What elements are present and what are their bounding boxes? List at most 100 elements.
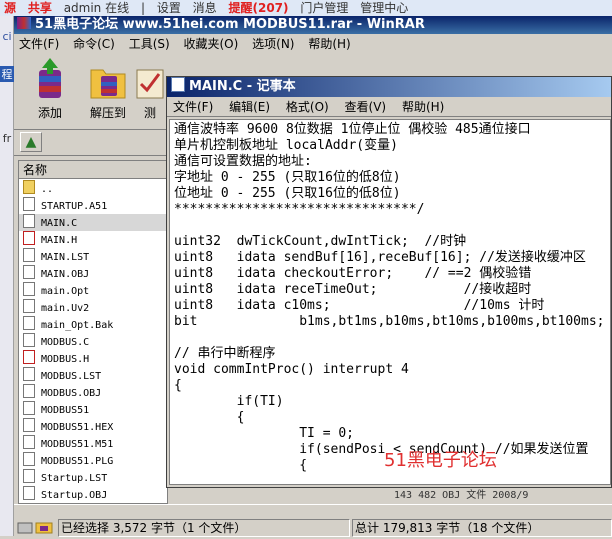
browser-item[interactable]: 源: [0, 0, 20, 16]
file-name: main.Uv2: [41, 303, 90, 314]
browser-item[interactable]: 共享: [24, 0, 56, 16]
browser-item: |: [140, 1, 145, 15]
file-list[interactable]: 名称 .. STARTUP.A51 MAIN.C MAIN.H MAIN.LST MAIN…: [18, 160, 168, 504]
text-line: // 串行中断程序: [174, 346, 276, 361]
text-line: TI = 0;: [174, 426, 355, 441]
text-line: bit b1ms,bt1ms,b10ms,bt10ms,b100ms,bt100…: [174, 314, 605, 329]
file-row[interactable]: STARTUP.A51: [19, 197, 167, 214]
menu-commands[interactable]: 命令(C): [68, 34, 120, 54]
file-row[interactable]: main.Opt: [19, 282, 167, 299]
file-icon: [23, 469, 35, 483]
file-row[interactable]: MODBUS.H: [19, 350, 167, 367]
test-button[interactable]: 测: [130, 58, 170, 121]
file-icon: [23, 197, 35, 211]
menu-help[interactable]: 帮助(H): [303, 34, 355, 54]
text-line: 位地址 0 - 255 (只取16位的低8位): [174, 186, 401, 201]
edge-label: fr: [2, 132, 12, 145]
file-row[interactable]: Startup.OBJ: [19, 486, 167, 503]
file-row[interactable]: MODBUS51: [19, 401, 167, 418]
browser-item[interactable]: 提醒(207): [225, 0, 293, 16]
file-icon: [23, 452, 35, 466]
winrar-title-bar[interactable]: 51黑电子论坛 www.51hei.com MODBUS11.rar - Win…: [14, 16, 612, 34]
file-row[interactable]: MAIN.H: [19, 231, 167, 248]
file-icon: [23, 486, 35, 500]
edge-label: 程: [0, 66, 14, 82]
notepad-title-bar[interactable]: MAIN.C - 记事本: [167, 77, 611, 97]
text-line: uint8 idata sendBuf[16],receBuf[16]; //发…: [174, 250, 586, 265]
file-row[interactable]: MODBUS.C: [19, 333, 167, 350]
file-name: MODBUS51.HEX: [41, 422, 114, 433]
column-header-name[interactable]: 名称: [19, 161, 167, 179]
notepad-icon: [171, 77, 185, 92]
file-row[interactable]: main_Opt.Bak: [19, 316, 167, 333]
file-icon: [23, 418, 35, 432]
file-icon: [23, 282, 35, 296]
np-menu-file[interactable]: 文件(F): [167, 97, 219, 117]
file-row[interactable]: MAIN.OBJ: [19, 265, 167, 282]
file-icon: [23, 435, 35, 449]
notepad-menu-bar: 文件(F) 编辑(E) 格式(O) 查看(V) 帮助(H): [167, 97, 611, 117]
up-folder-button[interactable]: ▲: [20, 132, 42, 152]
np-menu-view[interactable]: 查看(V): [339, 97, 393, 117]
browser-item[interactable]: 门户管理: [296, 0, 352, 16]
file-row[interactable]: ..: [19, 180, 167, 197]
np-menu-format[interactable]: 格式(O): [280, 97, 335, 117]
browser-item[interactable]: 消息: [189, 0, 221, 16]
file-name: MODBUS.LST: [41, 371, 102, 382]
text-line: 字地址 0 - 255 (只取16位的低8位): [174, 170, 401, 185]
file-row[interactable]: MODBUS51.M51: [19, 435, 167, 452]
status-bar: 已经选择 3,572 字节（1 个文件） 总计 179,813 字节（18 个文…: [14, 504, 612, 537]
browser-item[interactable]: 设置: [153, 0, 185, 16]
text-line: void commIntProc() interrupt 4: [174, 362, 409, 377]
add-button-label: 添加: [37, 106, 62, 120]
file-name: MAIN.C: [41, 218, 78, 229]
file-icon: [23, 384, 35, 398]
file-icon: [23, 401, 35, 415]
notepad-title: MAIN.C - 记事本: [189, 79, 296, 94]
text-line: if(sendPosi < sendCount) //如果发送位置: [174, 442, 589, 457]
file-row[interactable]: MAIN.LST: [19, 248, 167, 265]
text-line: uint8 idata c10ms; //10ms 计时: [174, 298, 545, 313]
menu-file[interactable]: 文件(F): [14, 34, 64, 54]
file-name: MAIN.LST: [41, 252, 90, 263]
file-row[interactable]: main.Uv2: [19, 299, 167, 316]
file-icon: [23, 350, 35, 364]
menu-tools[interactable]: 工具(S): [124, 34, 175, 54]
status-selected: 已经选择 3,572 字节（1 个文件）: [58, 519, 350, 537]
file-row[interactable]: MODBUS51.HEX: [19, 418, 167, 435]
np-menu-edit[interactable]: 编辑(E): [223, 97, 276, 117]
text-line: 通信可设置数据的地址:: [174, 154, 312, 169]
extract-to-button[interactable]: 解压到: [80, 58, 136, 121]
file-icon: [23, 333, 35, 347]
add-button[interactable]: 添加: [22, 58, 78, 121]
np-menu-help[interactable]: 帮助(H): [396, 97, 450, 117]
file-name: MAIN.H: [41, 235, 78, 246]
file-icon: [23, 265, 35, 279]
forum-watermark: 51黑电子论坛: [384, 450, 497, 471]
file-row[interactable]: MODBUS51.PLG: [19, 452, 167, 469]
menu-options[interactable]: 选项(N): [247, 34, 299, 54]
text-line: uint8 idata receTimeOut; //接收超时: [174, 282, 532, 297]
test-button-label: 测: [143, 106, 156, 120]
file-name: MODBUS51.PLG: [41, 456, 114, 467]
file-icon: [23, 248, 35, 262]
status-total: 总计 179,813 字节（18 个文件）: [352, 519, 612, 537]
extract-folder-icon: [89, 58, 127, 100]
file-name: MODBUS.OBJ: [41, 388, 102, 399]
file-name: MODBUS51: [41, 405, 90, 416]
text-line: uint32 dwTickCount,dwIntTick; //时钟: [174, 234, 467, 249]
menu-favorites[interactable]: 收藏夹(O): [179, 34, 244, 54]
file-name: MODBUS.C: [41, 337, 90, 348]
file-row[interactable]: MODBUS.OBJ: [19, 384, 167, 401]
edge-label: ci: [2, 30, 12, 43]
winrar-menu-bar: 文件(F) 命令(C) 工具(S) 收藏夹(O) 选项(N) 帮助(H): [14, 34, 612, 54]
up-arrow-icon: ▲: [25, 134, 37, 150]
file-row[interactable]: Startup.LST: [19, 469, 167, 486]
browser-item[interactable]: 管理中心: [356, 0, 412, 16]
file-row[interactable]: MODBUS.LST: [19, 367, 167, 384]
text-line: {: [174, 458, 308, 473]
notepad-text-area[interactable]: 通信波特率 9600 8位数据 1位停止位 偶校验 485通位接口 单片机控制板地…: [169, 119, 611, 485]
file-name: MODBUS51.M51: [41, 439, 114, 450]
file-row[interactable]: MAIN.C: [19, 214, 167, 231]
browser-item[interactable]: admin 在线: [60, 0, 133, 16]
